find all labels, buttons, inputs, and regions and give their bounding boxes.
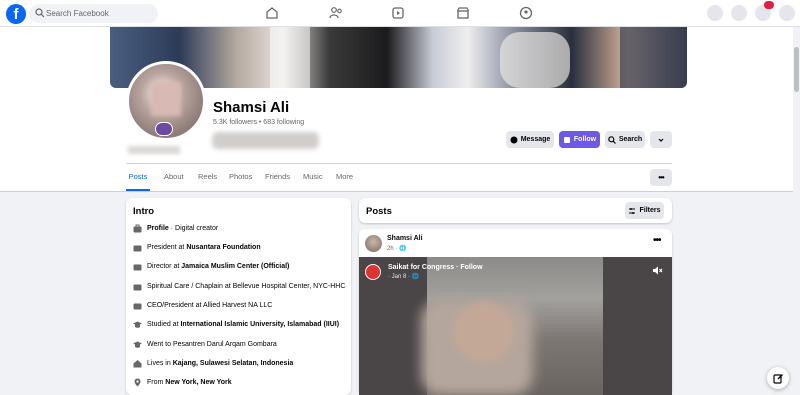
follower-stats[interactable]: 5.3K followers • 683 following bbox=[213, 119, 304, 126]
shared-page-avatar[interactable] bbox=[365, 264, 381, 280]
video-icon[interactable] bbox=[390, 5, 406, 21]
tab-posts[interactable]: Posts bbox=[126, 165, 150, 191]
search-profile-button[interactable]: Search bbox=[605, 131, 645, 148]
intro-card: Intro Profile · Digital creator Presiden… bbox=[126, 198, 351, 395]
graduation-cap-icon bbox=[133, 321, 142, 328]
intro-item-profile: Profile · Digital creator bbox=[133, 224, 218, 233]
friends-icon[interactable] bbox=[328, 5, 344, 21]
profile-picture[interactable] bbox=[126, 61, 206, 141]
search-input[interactable] bbox=[46, 4, 154, 23]
briefcase-icon bbox=[133, 303, 142, 310]
blurred-text bbox=[128, 146, 180, 154]
shared-page-title[interactable]: Saikat for Congress · Follow bbox=[388, 264, 483, 271]
marketplace-icon[interactable] bbox=[455, 5, 471, 21]
intro-item-education: Went to Pesantren Darul Arqam Gombara bbox=[133, 340, 277, 349]
intro-title: Intro bbox=[133, 206, 155, 217]
follow-icon bbox=[563, 136, 570, 143]
mute-icon[interactable] bbox=[652, 265, 663, 276]
messenger-icon bbox=[510, 136, 518, 143]
message-button[interactable]: Message bbox=[506, 131, 554, 148]
tab-photos[interactable]: Photos bbox=[229, 165, 252, 191]
tab-reels[interactable]: Reels bbox=[198, 165, 217, 191]
briefcase-icon bbox=[133, 224, 142, 233]
graduation-cap-icon bbox=[133, 341, 142, 348]
intro-item-work: Spiritual Care / Chaplain at Bellevue Ho… bbox=[133, 282, 345, 291]
tab-friends[interactable]: Friends bbox=[265, 165, 290, 191]
profile-badge-icon bbox=[155, 122, 173, 136]
blurred-bio bbox=[212, 132, 319, 149]
tab-more[interactable]: More ▾ bbox=[336, 165, 353, 205]
filter-icon bbox=[629, 207, 636, 214]
briefcase-icon bbox=[133, 284, 142, 291]
shared-post-date: · Jan 8 · 🌐 bbox=[388, 274, 420, 280]
groups-icon[interactable] bbox=[518, 5, 534, 21]
filters-button[interactable]: Filters bbox=[625, 202, 664, 219]
account-avatar[interactable] bbox=[779, 5, 795, 21]
search-icon bbox=[608, 135, 616, 144]
intro-item-lives: Lives in Kajang, Sulawesi Selatan, Indon… bbox=[133, 359, 293, 368]
intro-item-education: Studied at International Islamic Univers… bbox=[133, 320, 339, 329]
search-icon bbox=[35, 8, 45, 18]
post-author-name[interactable]: Shamsi Ali bbox=[387, 235, 423, 242]
home-icon bbox=[133, 360, 142, 368]
shared-video[interactable]: Saikat for Congress · Follow · Jan 8 · 🌐 bbox=[359, 257, 672, 395]
tab-about[interactable]: About bbox=[164, 165, 184, 191]
chevron-down-icon bbox=[658, 138, 664, 142]
intro-item-work: Director at Jamaica Muslim Center (Offic… bbox=[133, 262, 289, 271]
intro-item-work: CEO/President at Allied Harvest NA LLC bbox=[133, 301, 272, 310]
posts-header-card: Posts Filters bbox=[359, 198, 672, 223]
profile-name: Shamsi Ali bbox=[213, 99, 290, 116]
post-options-icon[interactable]: ••• bbox=[653, 235, 661, 246]
follow-button[interactable]: Follow bbox=[559, 131, 600, 148]
scrollbar[interactable] bbox=[793, 27, 800, 395]
intro-item-from: From New York, New York bbox=[133, 378, 232, 387]
tabs-overflow-button[interactable]: ••• bbox=[650, 169, 672, 186]
notification-badge bbox=[764, 1, 774, 9]
post-author-avatar[interactable] bbox=[365, 235, 382, 252]
home-icon[interactable] bbox=[264, 5, 280, 21]
briefcase-icon bbox=[133, 245, 142, 252]
search-box[interactable] bbox=[29, 4, 158, 23]
scrollbar-thumb[interactable] bbox=[794, 47, 799, 92]
facebook-logo-icon[interactable]: f bbox=[6, 4, 26, 24]
more-dots-icon: ••• bbox=[658, 173, 664, 182]
intro-item-work: President at Nusantara Foundation bbox=[133, 243, 261, 252]
briefcase-icon bbox=[133, 264, 142, 271]
posts-title: Posts bbox=[366, 206, 392, 217]
compose-icon bbox=[772, 373, 783, 384]
menu-icon[interactable] bbox=[707, 5, 723, 21]
tab-music[interactable]: Music bbox=[303, 165, 323, 191]
post-timestamp[interactable]: 2h · 🌐 bbox=[387, 245, 406, 252]
divider bbox=[126, 163, 672, 164]
location-pin-icon bbox=[134, 378, 141, 387]
new-message-button[interactable] bbox=[767, 367, 789, 389]
header-separator bbox=[0, 191, 800, 192]
messenger-icon[interactable] bbox=[731, 5, 747, 21]
more-options-button[interactable] bbox=[650, 131, 672, 148]
tab-bar bbox=[0, 164, 800, 192]
top-navigation-bar: f bbox=[0, 0, 800, 27]
